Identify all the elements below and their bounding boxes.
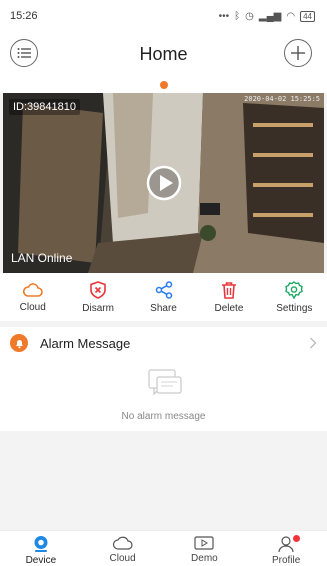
status-icons: ••• ᛒ ◷ ▂▄▆ ◠ 44 [218,10,315,22]
nav-profile-label: Profile [271,555,301,566]
delete-label: Delete [214,302,244,314]
nav-demo-label: Demo [191,553,218,564]
nav-profile[interactable]: Profile [245,531,327,566]
cloud-icon [22,282,43,297]
nav-cloud-label: Cloud [109,553,136,564]
bluetooth-icon: ᛒ [234,10,241,22]
shield-x-icon [90,280,106,299]
alarm-title: Alarm Message [40,335,131,351]
cloud-icon [112,536,133,550]
cloud-label: Cloud [19,301,46,313]
alarm-message-card[interactable]: Alarm Message No alarm message [0,327,327,431]
camera-action-bar: Cloud Disarm Share Delete Settings [0,273,327,321]
alarm-clock-icon: ◷ [245,10,254,22]
share-label: Share [150,302,177,314]
more-icon: ••• [218,10,230,22]
play-box-icon [194,536,214,550]
notification-badge [293,535,301,542]
nav-device[interactable]: Device [0,531,82,566]
nav-cloud[interactable]: Cloud [82,531,164,566]
page-title: Home [139,43,188,64]
add-device-button[interactable] [284,39,312,67]
plus-icon [291,46,305,60]
status-bar: 15:26 ••• ᛒ ◷ ▂▄▆ ◠ 44 [0,0,327,32]
share-icon [155,280,172,299]
connection-status: LAN Online [11,251,73,265]
share-button[interactable]: Share [131,273,196,321]
battery-indicator: 44 [300,10,315,22]
trash-icon [221,281,236,299]
alarm-header[interactable]: Alarm Message [0,327,327,359]
alarm-bell-icon [10,334,28,352]
cloud-button[interactable]: Cloud [0,273,65,321]
bottom-nav: Device Cloud Demo Profile [0,530,327,566]
disarm-label: Disarm [82,302,114,314]
camera-timestamp: 2020-04-02 15:25:5 [244,95,320,103]
signal-icon: ▂▄▆ [258,10,282,22]
app-header: Home [0,32,327,76]
menu-button[interactable] [10,39,38,67]
empty-alarm-text: No alarm message [121,411,206,422]
chevron-right-icon [310,337,317,349]
disarm-button[interactable]: Disarm [65,273,130,321]
camera-icon [34,536,48,552]
settings-label: Settings [276,302,313,314]
camera-id-label: ID:39841810 [9,99,80,115]
wifi-icon: ◠ [286,10,296,22]
empty-messages-icon [148,369,182,396]
gear-icon [285,280,304,299]
settings-button[interactable]: Settings [262,273,327,321]
nav-demo[interactable]: Demo [164,531,246,566]
list-icon [17,48,31,58]
play-button[interactable] [146,165,182,201]
nav-device-label: Device [25,555,57,566]
page-dot [159,80,168,89]
status-time: 15:26 [10,10,38,22]
camera-preview[interactable]: ID:39841810 2020-04-02 15:25:5 LAN Onlin… [3,93,324,273]
delete-button[interactable]: Delete [196,273,261,321]
page-indicator [0,76,327,93]
